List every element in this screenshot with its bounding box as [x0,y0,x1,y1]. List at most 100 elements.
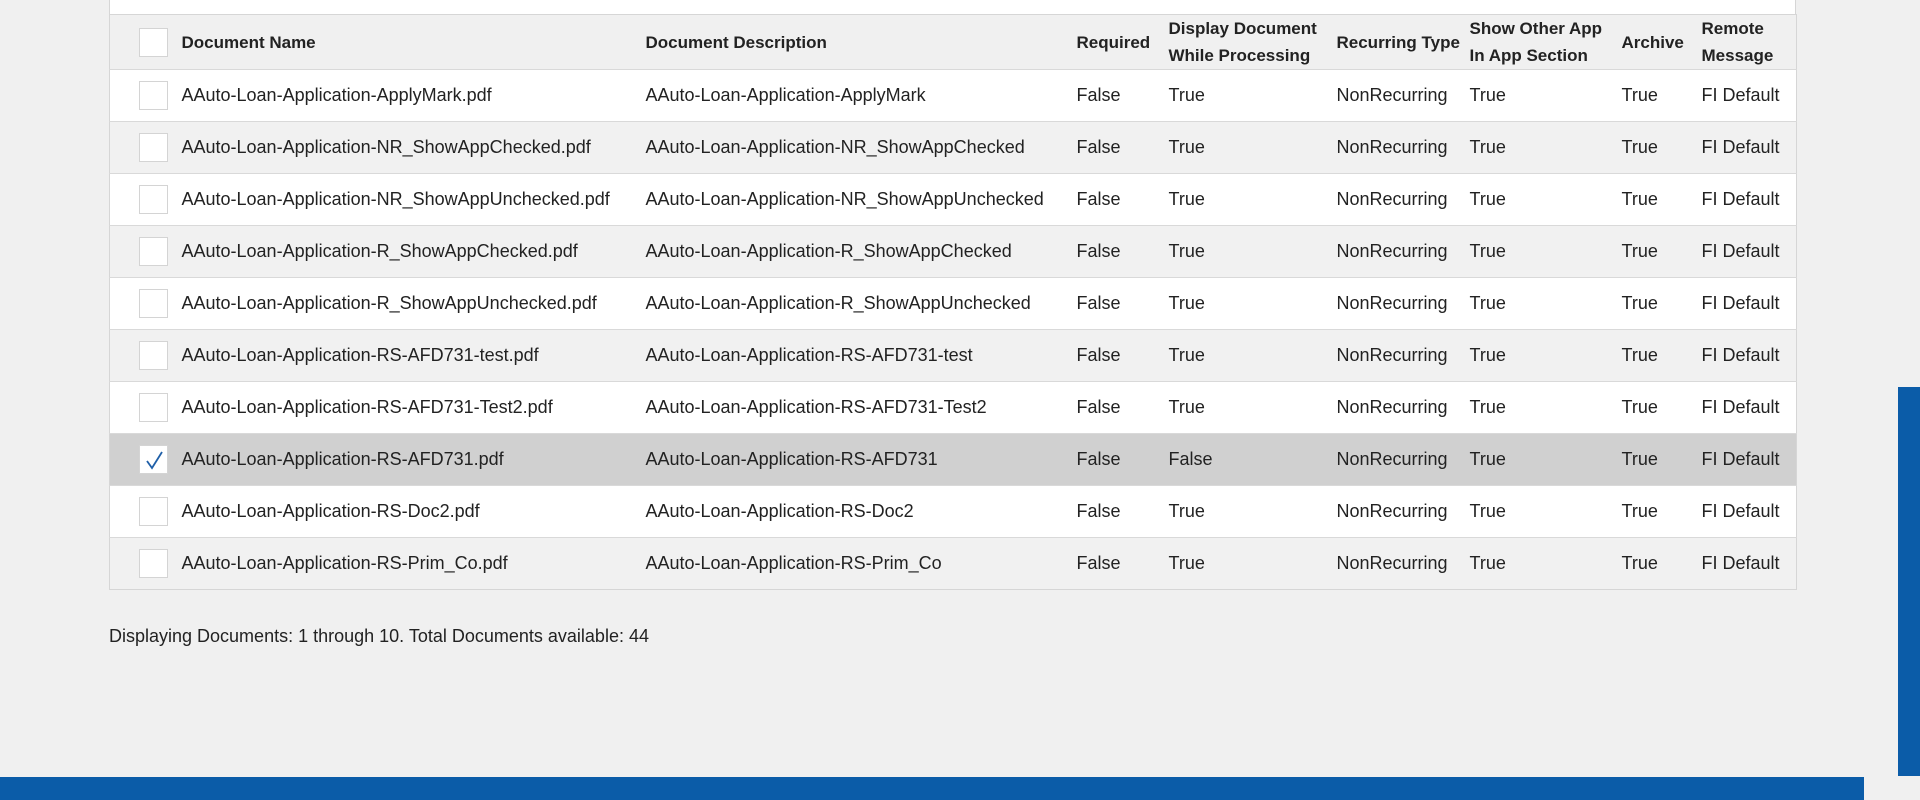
column-header-recurring-type[interactable]: Recurring Type [1333,15,1466,70]
row-select-cell [110,330,178,382]
row-checkbox[interactable] [139,81,168,110]
row-checkbox[interactable] [139,341,168,370]
cell-required: False [1076,189,1121,209]
row-select-cell [110,70,178,122]
table-body: AAuto-Loan-Application-ApplyMark.pdf AAut… [109,69,1797,590]
cell-show-other-app: True [1469,241,1506,261]
cell-recurring-type: NonRecurring [1336,137,1448,157]
row-select-cell [110,434,178,486]
cell-show-other-app: True [1469,397,1506,417]
cell-display-document: True [1168,85,1205,105]
cell-document-name[interactable]: AAuto-Loan-Application-RS-AFD731.pdf [178,434,642,486]
cell-remote-message: FI Default [1701,345,1780,365]
column-header-required[interactable]: Required [1073,15,1165,70]
cell-required: False [1076,85,1121,105]
cell-display-document: True [1168,397,1205,417]
cell-show-other-app: True [1469,293,1506,313]
row-checkbox[interactable] [139,185,168,214]
cell-show-other-app: True [1469,501,1506,521]
cell-document-description: AAuto-Loan-Application-R_ShowAppChecked [645,241,1012,261]
table-row[interactable]: AAuto-Loan-Application-R_ShowAppUnchecke… [109,277,1797,330]
row-checkbox[interactable] [139,393,168,422]
cell-archive: True [1621,137,1658,157]
cell-display-document: True [1168,241,1205,261]
checkmark-icon [145,451,163,470]
cell-remote-message: FI Default [1701,397,1780,417]
cell-recurring-type: NonRecurring [1336,449,1448,469]
row-checkbox[interactable] [139,237,168,266]
column-header-display-document[interactable]: Display Document While Processing [1165,15,1333,70]
vertical-scrollbar[interactable] [1898,387,1920,776]
cell-show-other-app: True [1469,449,1506,469]
cell-remote-message: FI Default [1701,449,1780,469]
cell-archive: True [1621,345,1658,365]
table-row[interactable]: AAuto-Loan-Application-RS-AFD731-test.pd… [109,329,1797,382]
cell-show-other-app: True [1469,189,1506,209]
cell-display-document: True [1168,293,1205,313]
table-row[interactable]: AAuto-Loan-Application-RS-AFD731.pdf AAut… [109,433,1797,486]
cell-document-description: AAuto-Loan-Application-NR_ShowAppChecked [645,137,1025,157]
cell-remote-message: FI Default [1701,241,1780,261]
cell-required: False [1076,553,1121,573]
cell-document-name[interactable]: AAuto-Loan-Application-RS-AFD731-test.pd… [178,330,642,382]
cell-recurring-type: NonRecurring [1336,397,1448,417]
row-select-cell [110,538,178,590]
column-header-archive[interactable]: Archive [1618,15,1698,70]
cell-required: False [1076,397,1121,417]
cell-document-name[interactable]: AAuto-Loan-Application-RS-Prim_Co.pdf [178,538,642,590]
bottom-brand-bar [0,777,1864,800]
column-header-document-description[interactable]: Document Description [642,15,1073,70]
documents-table-container: Document Name Document Description Requi… [109,0,1797,590]
table-row[interactable]: AAuto-Loan-Application-RS-Prim_Co.pdf AAu… [109,537,1797,590]
documents-table: Document Name Document Description Requi… [109,14,1797,590]
table-row[interactable]: AAuto-Loan-Application-ApplyMark.pdf AAut… [109,69,1797,122]
cell-document-description: AAuto-Loan-Application-RS-Doc2 [645,501,914,521]
cell-required: False [1076,293,1121,313]
cell-remote-message: FI Default [1701,137,1780,157]
row-select-cell [110,382,178,434]
cell-archive: True [1621,501,1658,521]
cell-document-name[interactable]: AAuto-Loan-Application-NR_ShowAppUncheck… [178,174,642,226]
row-checkbox[interactable] [139,497,168,526]
cell-document-name[interactable]: AAuto-Loan-Application-NR_ShowAppChecked… [178,122,642,174]
table-row[interactable]: AAuto-Loan-Application-RS-AFD731-Test2.p… [109,381,1797,434]
row-checkbox[interactable] [139,133,168,162]
cell-recurring-type: NonRecurring [1336,241,1448,261]
cell-archive: True [1621,241,1658,261]
cell-display-document: True [1168,137,1205,157]
column-header-show-other-app[interactable]: Show Other App In App Section [1466,15,1618,70]
cell-archive: True [1621,293,1658,313]
cell-recurring-type: NonRecurring [1336,345,1448,365]
row-select-cell [110,174,178,226]
row-checkbox[interactable] [139,445,168,474]
cell-archive: True [1621,189,1658,209]
cell-document-name[interactable]: AAuto-Loan-Application-R_ShowAppChecked.… [178,226,642,278]
cell-required: False [1076,449,1121,469]
cell-document-name[interactable]: AAuto-Loan-Application-RS-Doc2.pdf [178,486,642,538]
table-header-row: Document Name Document Description Requi… [109,14,1797,70]
column-header-document-name[interactable]: Document Name [178,15,642,70]
cell-document-name[interactable]: AAuto-Loan-Application-RS-AFD731-Test2.p… [178,382,642,434]
cell-archive: True [1621,397,1658,417]
table-row[interactable]: AAuto-Loan-Application-RS-Doc2.pdf AAuto-… [109,485,1797,538]
cell-archive: True [1621,449,1658,469]
cell-recurring-type: NonRecurring [1336,501,1448,521]
cell-document-description: AAuto-Loan-Application-RS-Prim_Co [645,553,942,573]
cell-remote-message: FI Default [1701,501,1780,521]
cell-document-description: AAuto-Loan-Application-RS-AFD731-Test2 [645,397,987,417]
cell-recurring-type: NonRecurring [1336,189,1448,209]
table-row[interactable]: AAuto-Loan-Application-NR_ShowAppUncheck… [109,173,1797,226]
column-header-remote-message[interactable]: Remote Message [1698,15,1797,70]
cell-recurring-type: NonRecurring [1336,293,1448,313]
cell-document-name[interactable]: AAuto-Loan-Application-ApplyMark.pdf [178,70,642,122]
cell-document-description: AAuto-Loan-Application-NR_ShowAppUncheck… [645,189,1044,209]
table-row[interactable]: AAuto-Loan-Application-R_ShowAppChecked.… [109,225,1797,278]
row-checkbox[interactable] [139,549,168,578]
cell-display-document: True [1168,501,1205,521]
cell-remote-message: FI Default [1701,85,1780,105]
table-row[interactable]: AAuto-Loan-Application-NR_ShowAppChecked… [109,121,1797,174]
select-all-checkbox[interactable] [139,27,168,57]
cell-document-description: AAuto-Loan-Application-R_ShowAppUnchecke… [645,293,1031,313]
cell-document-name[interactable]: AAuto-Loan-Application-R_ShowAppUnchecke… [178,278,642,330]
row-checkbox[interactable] [139,289,168,318]
